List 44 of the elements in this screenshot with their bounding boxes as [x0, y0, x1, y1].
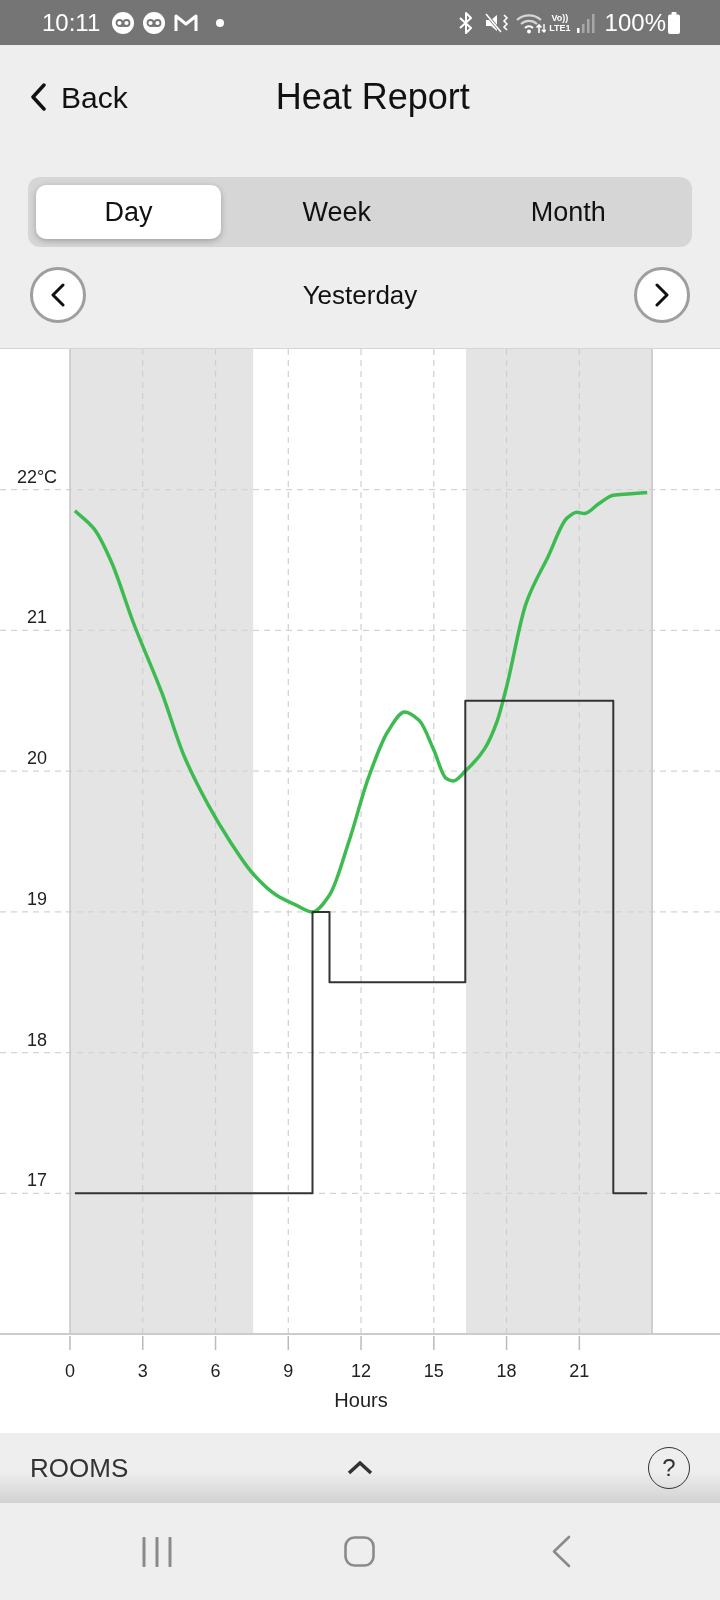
x-tick-label: 0 — [65, 1361, 75, 1381]
x-tick-label: 15 — [423, 1361, 444, 1381]
x-tick-label: 6 — [210, 1361, 221, 1381]
next-button[interactable] — [634, 267, 690, 323]
period-tab[interactable]: Day — [36, 185, 221, 239]
chevron-left-icon — [30, 83, 47, 111]
y-tick-label: 18 — [27, 1029, 47, 1050]
chevron-right-icon — [655, 283, 669, 307]
x-axis-title: Hours — [334, 1389, 388, 1411]
caret-up-icon — [347, 1461, 373, 1475]
signal-icon — [576, 12, 595, 33]
chevron-left-icon — [51, 283, 65, 307]
y-tick-label: 17 — [27, 1170, 47, 1191]
x-tick-label: 12 — [351, 1361, 372, 1381]
back-button[interactable]: Back — [30, 74, 128, 120]
y-tick-label: 19 — [27, 888, 47, 909]
voicemail-icon — [112, 11, 135, 34]
period-tab[interactable]: Week — [221, 185, 453, 239]
date-label: Yesterday — [302, 278, 418, 312]
voicemail-icon — [143, 11, 166, 34]
x-tick-label: 3 — [137, 1361, 148, 1381]
x-tick-label: 18 — [496, 1361, 517, 1381]
network-type-label: Vo)) — [551, 12, 569, 23]
mute-icon — [484, 11, 511, 34]
notification-dot-icon — [216, 18, 225, 27]
x-tick-label: 21 — [569, 1361, 590, 1381]
network-type-label: LTE1 — [549, 22, 571, 33]
battery-percentage: 100% — [604, 10, 666, 35]
rooms-label: ROOMS — [30, 1451, 129, 1485]
y-tick-label: 20 — [27, 748, 47, 769]
wifi-icon — [516, 11, 547, 34]
page-title: Heat Report — [275, 75, 470, 119]
y-tick-label: 21 — [27, 607, 47, 628]
y-tick-label: 22°C — [16, 466, 58, 487]
status-time: 10:11 — [42, 10, 101, 35]
mail-icon — [174, 13, 199, 32]
recent-apps-icon — [142, 1536, 172, 1567]
home-icon — [343, 1536, 375, 1567]
period-tab[interactable]: Month — [452, 185, 684, 239]
bluetooth-icon — [458, 11, 475, 34]
x-tick-label: 9 — [283, 1361, 294, 1381]
previous-button[interactable] — [30, 267, 86, 323]
battery-icon — [668, 11, 680, 34]
back-icon — [551, 1535, 571, 1568]
